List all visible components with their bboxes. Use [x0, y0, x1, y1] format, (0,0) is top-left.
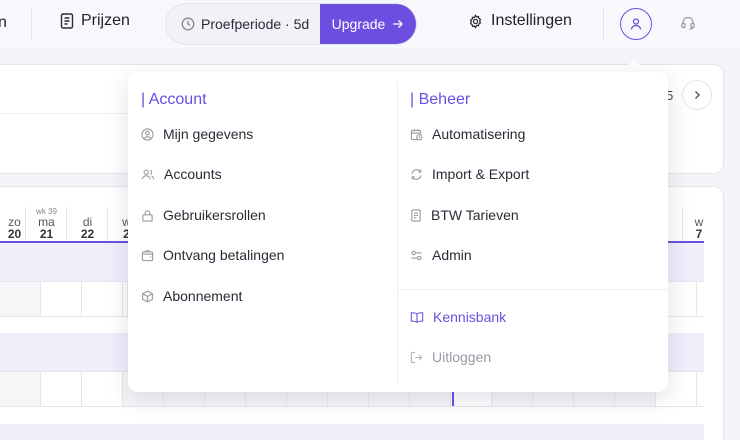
panel-divider: [0, 113, 128, 114]
menu-column-divider: [397, 82, 398, 384]
nav-divider: [31, 8, 32, 40]
day-date: 22: [80, 227, 95, 241]
nav-divider: [603, 8, 604, 40]
menu-item-label: Gebruikersrollen: [163, 207, 266, 223]
account-heading: | Account: [141, 91, 207, 108]
settings-link[interactable]: Instellingen: [468, 12, 572, 30]
day-header: wk 39 ma 21: [26, 207, 67, 242]
grid-line: [66, 207, 67, 242]
receipt-icon: [60, 13, 74, 29]
logout-icon: [410, 351, 423, 363]
clock-icon: [181, 17, 195, 31]
menu-item-gebruikersrollen[interactable]: Gebruikersrollen: [141, 207, 266, 223]
menu-item-label: BTW Tarieven: [431, 207, 519, 223]
lock-icon: [142, 209, 153, 222]
menu-item-btw-tarieven[interactable]: BTW Tarieven: [410, 207, 519, 223]
account-dropdown-menu: | Account Mijn gegevens Accounts Gebruik…: [128, 72, 668, 392]
trial-pill: Proefperiode · 5d Upgrade: [165, 3, 417, 45]
menu-item-label: Accounts: [164, 166, 222, 182]
calendar-cell[interactable]: [41, 372, 82, 406]
menu-item-import-export[interactable]: Import & Export: [410, 166, 529, 182]
menu-item-abonnement[interactable]: Abonnement: [141, 288, 242, 304]
toggles-icon: [411, 250, 422, 260]
trial-label: Proefperiode · 5d: [201, 16, 310, 32]
upgrade-label: Upgrade: [331, 16, 386, 32]
nav-prijzen-label: Prijzen: [81, 12, 130, 29]
nav-item-prijzen[interactable]: Prijzen: [60, 12, 130, 30]
headset-icon: [681, 16, 695, 30]
users-icon: [141, 169, 155, 179]
menu-item-accounts[interactable]: Accounts: [141, 166, 222, 182]
user-icon: [630, 18, 642, 30]
menu-item-label: Abonnement: [163, 288, 243, 304]
beheer-heading: | Beheer: [410, 91, 471, 108]
menu-item-label: Import & Export: [432, 166, 530, 182]
menu-item-admin[interactable]: Admin: [410, 247, 472, 263]
menu-section-divider: [398, 289, 668, 290]
account-avatar-button[interactable]: [620, 8, 652, 40]
day-date: 7: [695, 227, 703, 241]
menu-item-ontvang-betalingen[interactable]: Ontvang betalingen: [141, 247, 284, 263]
day-header: w 7: [684, 207, 714, 242]
trial-status: Proefperiode · 5d: [166, 4, 320, 44]
next-page-button[interactable]: [682, 80, 712, 110]
grid-line: [107, 207, 108, 242]
menu-item-label: Mijn gegevens: [163, 126, 254, 142]
gear-icon: [469, 13, 482, 29]
upgrade-button[interactable]: Upgrade: [320, 4, 416, 44]
book-icon: [410, 311, 424, 323]
resource-band: [0, 424, 704, 440]
calendar-cell[interactable]: [41, 282, 82, 316]
menu-item-label: Kennisbank: [433, 309, 507, 325]
wallet-icon: [141, 249, 154, 261]
arrow-right-icon: [393, 20, 404, 28]
grid-line: [25, 207, 26, 242]
grid-line: [682, 207, 683, 242]
menu-item-kennisbank[interactable]: Kennisbank: [410, 309, 506, 325]
menu-item-label: Uitloggen: [432, 349, 492, 365]
calendar-cell[interactable]: [82, 282, 123, 316]
day-header: di 22: [67, 207, 108, 242]
top-navigation: n Prijzen Proefperiode · 5d Upgrade Inst…: [0, 0, 740, 50]
user-circle-icon: [141, 127, 154, 141]
calendar-cell[interactable]: [0, 372, 41, 406]
menu-item-mijn-gegevens[interactable]: Mijn gegevens: [141, 126, 253, 142]
calendar-cell[interactable]: [82, 372, 123, 406]
day-date: 21: [39, 227, 54, 241]
calendar-clock-icon: [410, 128, 423, 140]
calendar-cell[interactable]: [0, 282, 41, 316]
settings-label: Instellingen: [491, 12, 572, 29]
box-icon: [142, 289, 153, 303]
menu-item-label: Admin: [432, 247, 472, 263]
support-button[interactable]: [680, 15, 696, 36]
menu-item-automatisering[interactable]: Automatisering: [410, 126, 525, 142]
nav-item-partial[interactable]: n: [0, 14, 7, 32]
menu-item-label: Ontvang betalingen: [163, 247, 285, 263]
chevron-right-icon: [695, 91, 700, 99]
refresh-icon: [411, 168, 422, 180]
receipt-icon: [411, 208, 421, 222]
menu-item-uitloggen[interactable]: Uitloggen: [410, 349, 491, 365]
menu-item-label: Automatisering: [432, 126, 526, 142]
